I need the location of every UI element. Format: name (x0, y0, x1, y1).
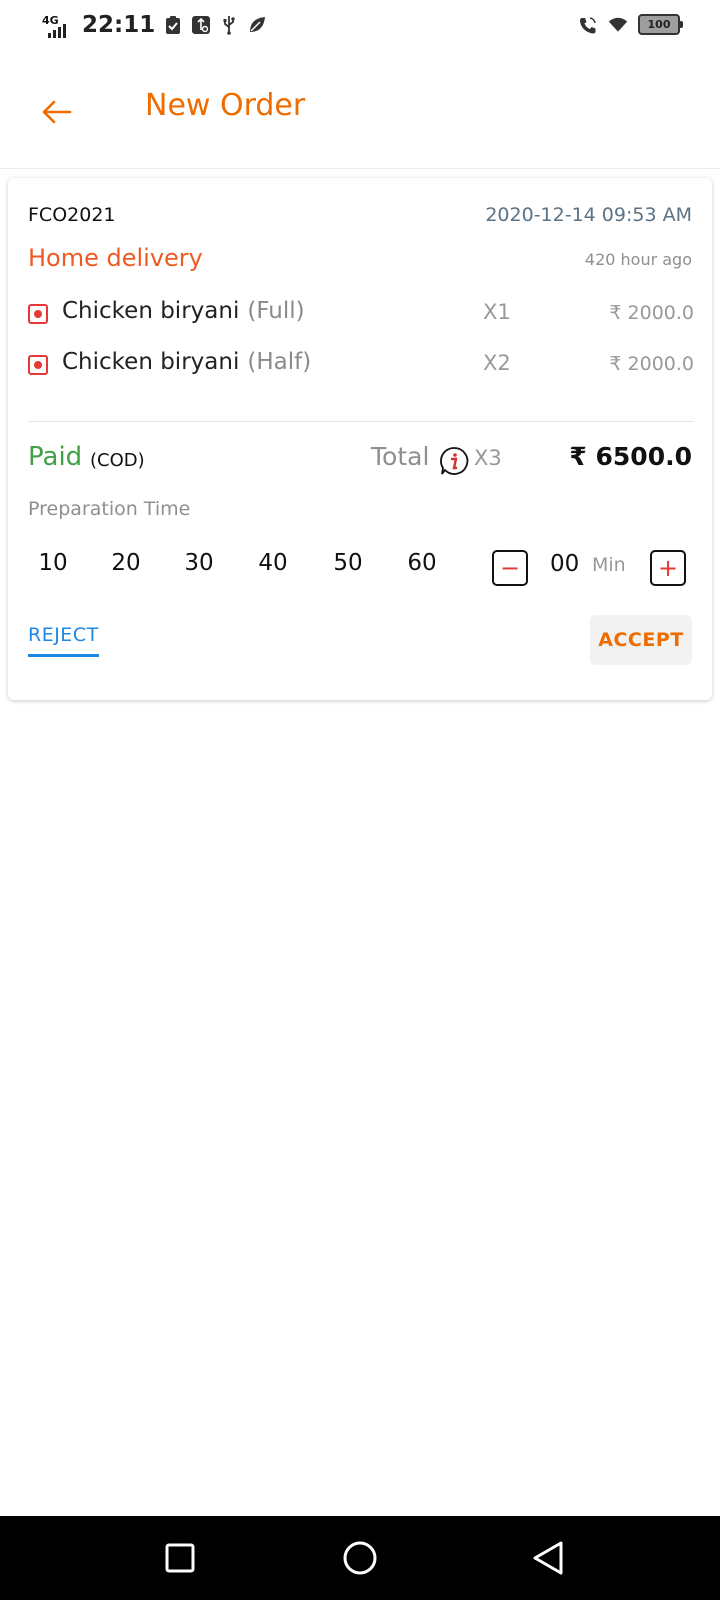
item-name-text: Chicken biryani (62, 349, 240, 375)
prep-option-40[interactable]: 40 (248, 550, 298, 576)
prep-option-10[interactable]: 10 (28, 550, 78, 576)
item-name-text: Chicken biryani (62, 298, 240, 324)
non-veg-marker-icon (28, 355, 48, 375)
back-button[interactable] (38, 92, 78, 132)
usb-settings-icon (191, 15, 211, 35)
status-bar: 4G 22:11 100 (0, 0, 720, 56)
item-name: Chicken biryani (Full) (62, 298, 305, 324)
info-icon[interactable] (439, 446, 469, 476)
payment-method: (COD) (90, 450, 145, 471)
back-triangle-icon (533, 1541, 563, 1575)
prep-option-60[interactable]: 60 (397, 550, 447, 576)
decrease-minutes-button[interactable]: − (492, 550, 528, 586)
wifi-icon (608, 15, 628, 35)
time-ago: 420 hour ago (584, 250, 692, 269)
order-item: Chicken biryani (Half) X2 ₹ 2000.0 (28, 349, 694, 383)
plus-icon: + (657, 554, 679, 582)
prep-option-50[interactable]: 50 (323, 550, 373, 576)
item-quantity: X1 (483, 300, 511, 324)
item-price: ₹ 2000.0 (609, 353, 694, 375)
home-circle-icon (343, 1541, 377, 1575)
increase-minutes-button[interactable]: + (650, 550, 686, 586)
reject-button[interactable]: REJECT (28, 624, 99, 657)
arrow-left-icon (42, 100, 72, 124)
item-price: ₹ 2000.0 (609, 302, 694, 324)
item-name: Chicken biryani (Half) (62, 349, 311, 375)
total-amount: ₹ 6500.0 (569, 442, 692, 471)
minutes-value: 00 (550, 551, 580, 577)
clipboard-check-icon (163, 15, 183, 35)
order-item: Chicken biryani (Full) X1 ₹ 2000.0 (28, 298, 694, 332)
item-quantity: X2 (483, 351, 511, 375)
wifi-call-icon (578, 15, 598, 35)
home-button[interactable] (340, 1538, 380, 1578)
minutes-unit: Min (592, 554, 626, 576)
total-label: Total (371, 442, 430, 471)
prep-option-30[interactable]: 30 (174, 550, 224, 576)
app-bar: New Order (0, 60, 720, 169)
divider (28, 421, 694, 422)
system-nav-bar (0, 1516, 720, 1600)
delivery-type: Home delivery (28, 244, 203, 272)
leaf-icon (247, 15, 267, 35)
non-veg-marker-icon (28, 304, 48, 324)
item-variant: (Full) (247, 298, 305, 324)
status-bar-left: 4G 22:11 (42, 12, 267, 38)
total-quantity: X3 (474, 446, 502, 470)
signal-icon: 4G (42, 12, 74, 38)
usb-icon (219, 15, 239, 35)
order-datetime: 2020-12-14 09:53 AM (485, 204, 692, 226)
minus-icon: − (499, 554, 521, 582)
order-id: FCO2021 (28, 204, 116, 226)
clock: 22:11 (82, 12, 156, 38)
system-back-button[interactable] (528, 1538, 568, 1578)
payment-status: Paid (28, 442, 83, 472)
status-bar-right: 100 (578, 14, 683, 35)
page-title: New Order (145, 88, 306, 123)
battery-icon: 100 (638, 14, 683, 35)
recents-square-icon (165, 1543, 195, 1573)
recents-button[interactable] (160, 1538, 200, 1578)
prep-option-20[interactable]: 20 (101, 550, 151, 576)
item-variant: (Half) (247, 349, 312, 375)
accept-button[interactable]: ACCEPT (590, 615, 692, 665)
preparation-time-label: Preparation Time (28, 498, 191, 520)
order-card: FCO2021 2020-12-14 09:53 AM Home deliver… (8, 178, 712, 700)
